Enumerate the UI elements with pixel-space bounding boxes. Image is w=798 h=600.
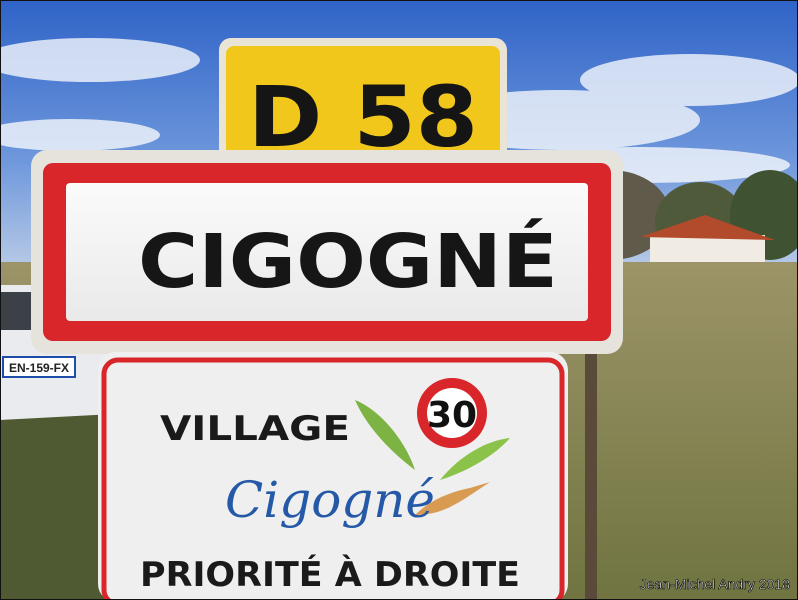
- priority-rule: PRIORITÉ À DROITE: [140, 554, 520, 595]
- road-edge: [0, 400, 110, 600]
- speed-limit-value: 30: [427, 395, 477, 436]
- sign-post: [585, 340, 597, 600]
- town-name: CIGOGNÉ: [138, 217, 558, 305]
- logo-text: Cigogné: [225, 471, 435, 529]
- town-entrance-sign: CIGOGNÉ: [31, 150, 623, 354]
- village-info-sign: VILLAGE 30 Cigogné PRIORITÉ À DROITE: [98, 352, 568, 600]
- village-label: VILLAGE: [160, 409, 350, 449]
- license-plate-text: EN-159-FX: [9, 361, 69, 375]
- photo-scene: EN-159-FX D 58 CIGOGNÉ VILLAGE 30 Cigogn…: [0, 0, 798, 600]
- photo-credit: Jean-Michel Andry 2018: [640, 576, 790, 592]
